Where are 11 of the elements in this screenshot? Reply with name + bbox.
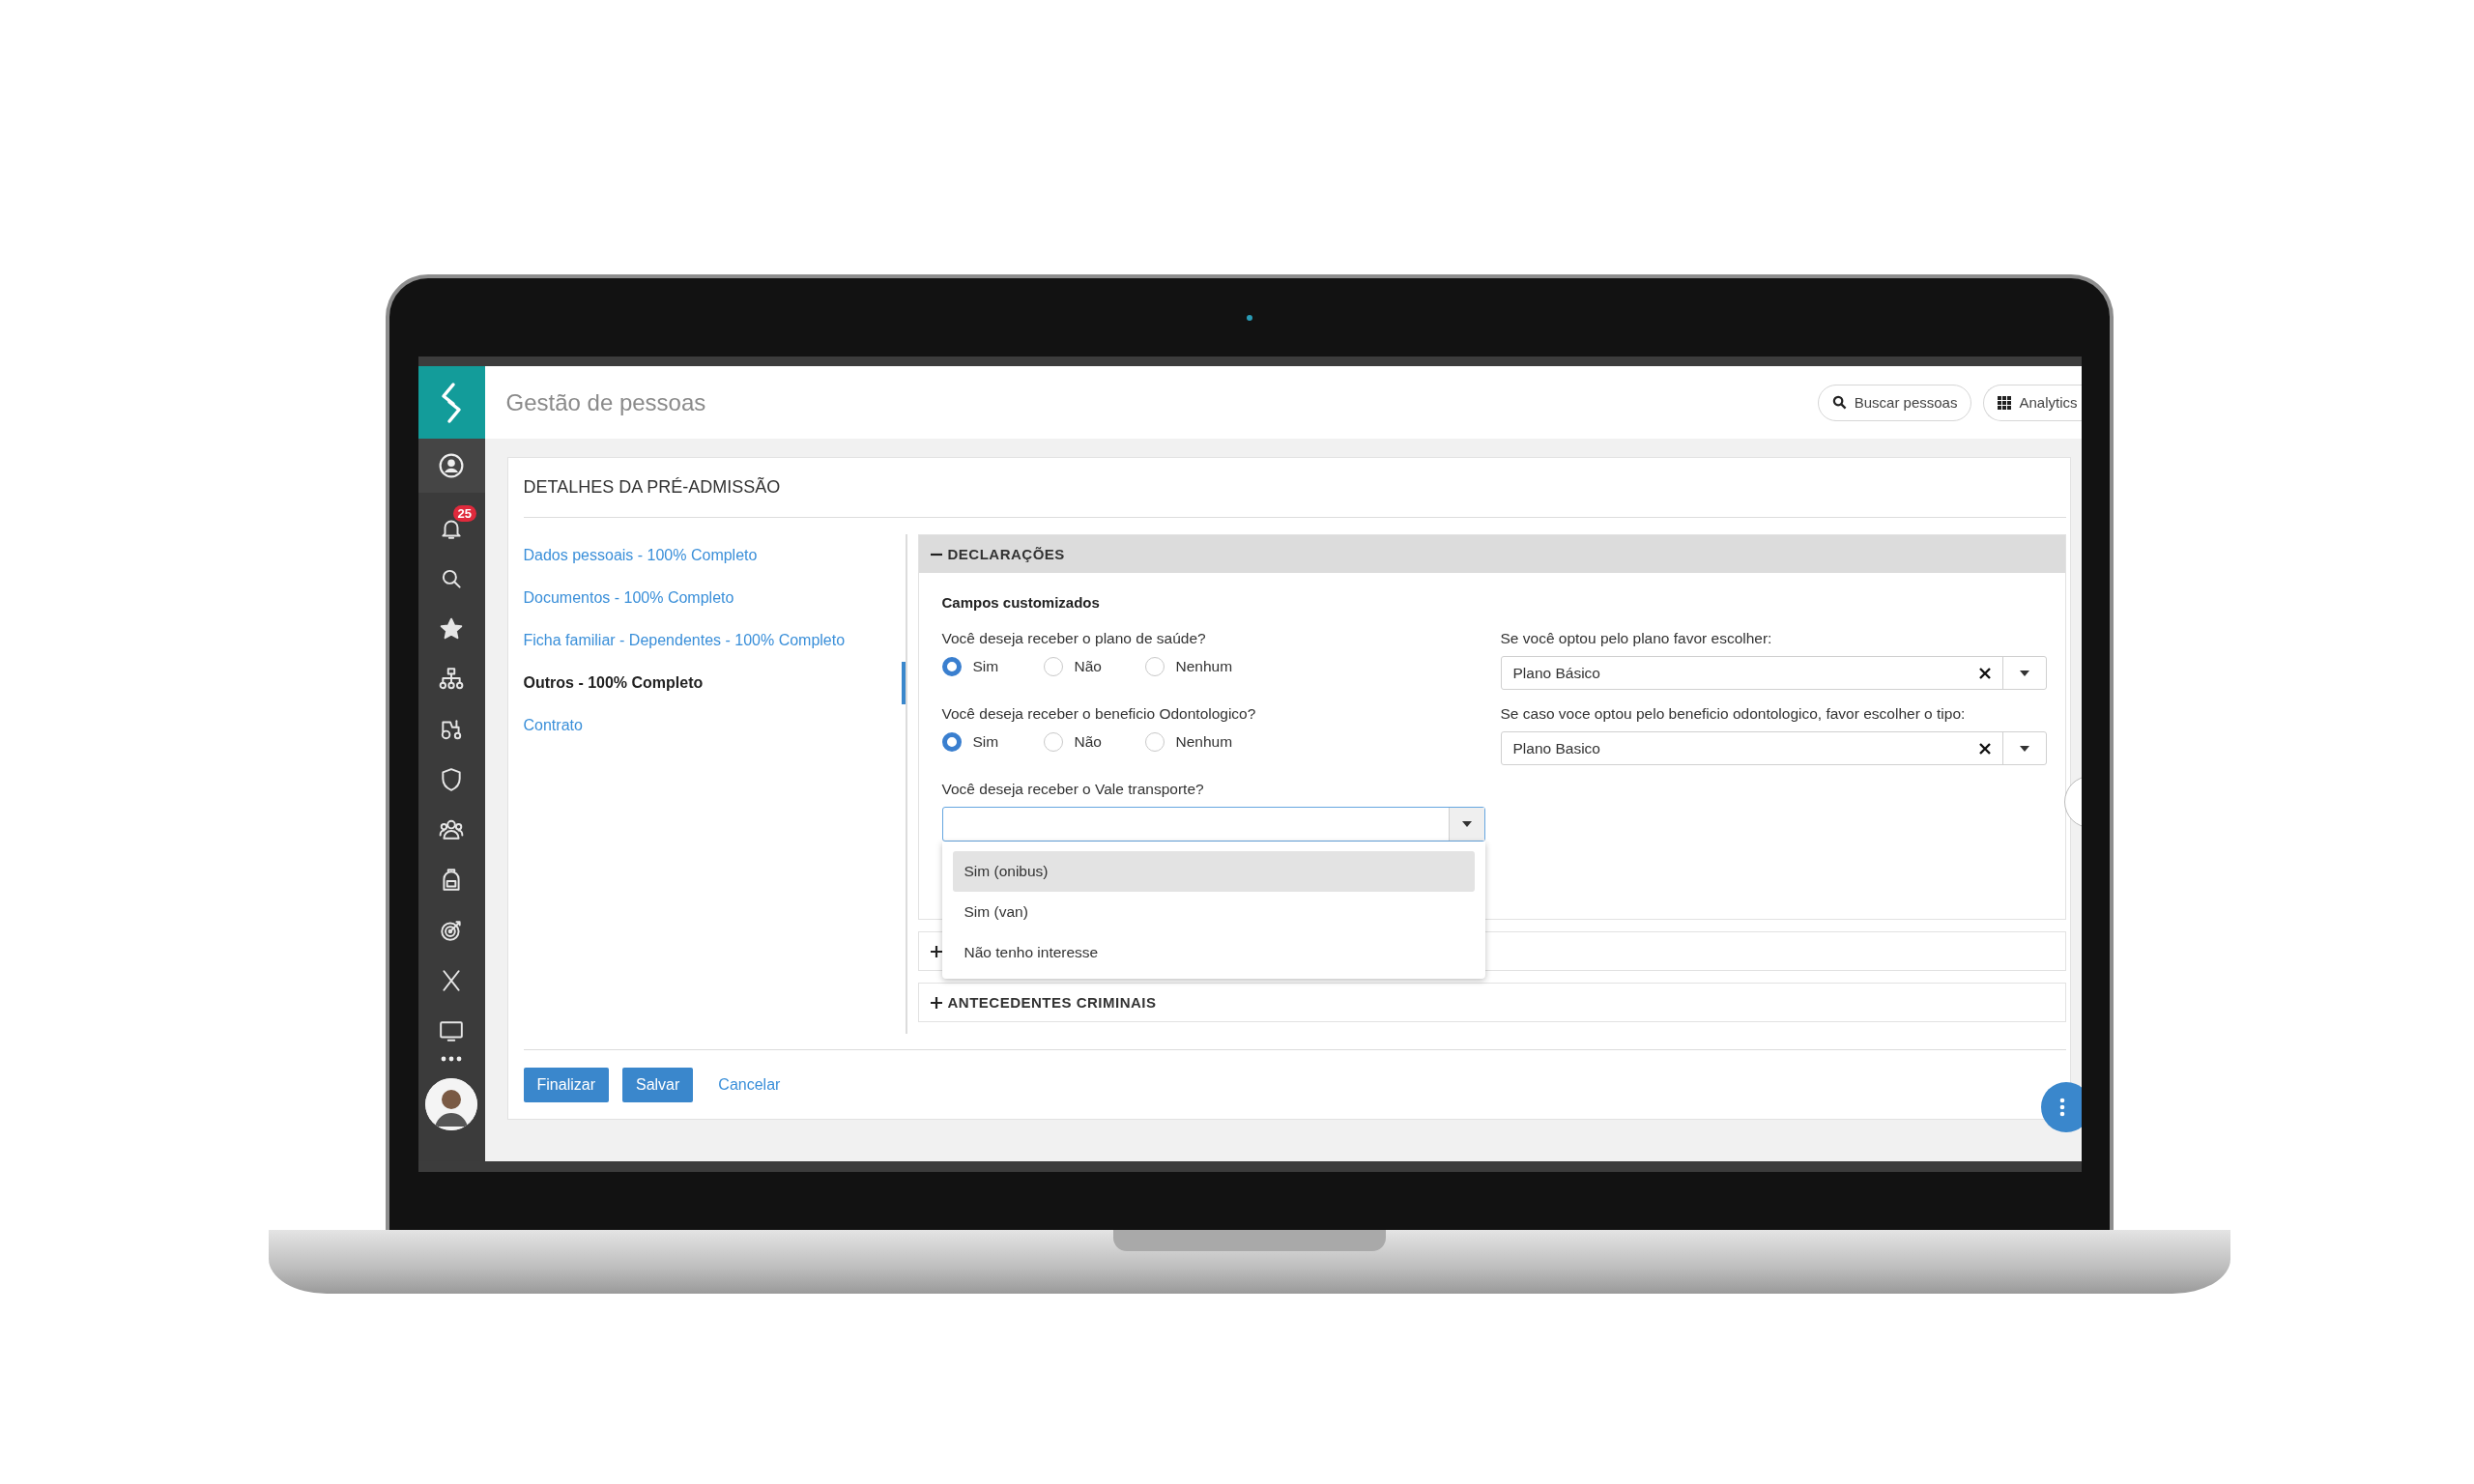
app-title: Gestão de pessoas: [505, 388, 707, 416]
question-label: Você deseja receber o Vale transporte?: [941, 780, 1205, 799]
field-label: Se caso voce optou pelo beneficio odontologico, favor escolher o tipo:: [1500, 704, 1967, 724]
page-title: DETALHES DA PRÉ-ADMISSÃO: [523, 458, 2066, 518]
section-heading: Campos customizados: [941, 594, 1101, 613]
panel-title: ANTECEDENTES CRIMINAIS: [947, 994, 1157, 1011]
notification-badge: 25: [452, 505, 476, 522]
question-label: Você deseja receber o beneficio Odontologico?: [941, 704, 1257, 724]
field-label: Se você optou pelo plano favor escolher:: [1500, 629, 1773, 648]
question-label: Você deseja receber o plano de saúde?: [941, 629, 1207, 648]
panel-title: DECLARAÇÕES: [947, 546, 1065, 562]
